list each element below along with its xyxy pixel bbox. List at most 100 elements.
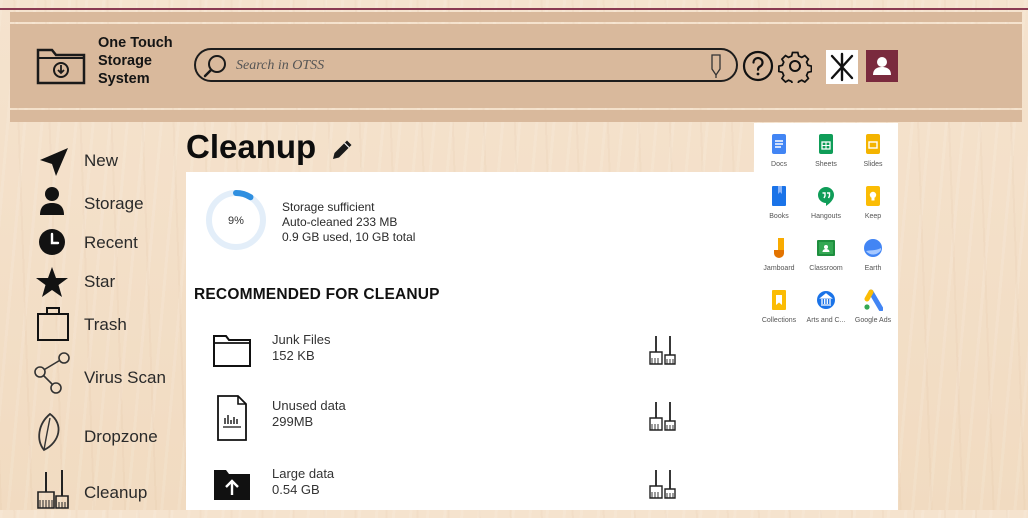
earth-icon: [864, 239, 882, 257]
sidebar-item-cleanup[interactable]: Cleanup: [30, 466, 180, 509]
sidebar-item-label: Dropzone: [84, 427, 158, 446]
clock-icon: [39, 229, 65, 255]
help-icon[interactable]: [742, 50, 774, 82]
app-label: Collections: [761, 317, 797, 324]
top-accent-line: [0, 8, 1028, 10]
sidebar-item-recent[interactable]: Recent: [30, 222, 180, 262]
item-name: Unused data: [272, 398, 346, 413]
jamboard-icon: [774, 238, 784, 258]
app-docs[interactable]: Docs: [755, 133, 803, 168]
avatar[interactable]: [866, 50, 898, 82]
broom-icon: [37, 470, 69, 509]
recommended-heading: RECOMMENDED FOR CLEANUP: [194, 286, 440, 303]
header-bottom-band: [10, 110, 1022, 122]
sidebar-item-new[interactable]: New: [30, 140, 180, 180]
search-bar[interactable]: [194, 48, 738, 82]
keep-icon: [866, 186, 880, 206]
item-name: Junk Files: [272, 332, 331, 347]
app-classroom[interactable]: Classroom: [802, 237, 850, 272]
sheets-icon: [819, 134, 833, 154]
list-item[interactable]: Junk Files 152 KB: [206, 328, 746, 384]
share-nodes-icon: [34, 352, 70, 394]
item-size: 152 KB: [272, 348, 315, 363]
storage-usage-text: 0.9 GB used, 10 GB total: [282, 230, 416, 244]
app-label: Arts and C...: [806, 317, 846, 324]
clean-broom-icon[interactable]: [646, 332, 680, 366]
hangouts-icon: [818, 187, 834, 206]
search-input[interactable]: [234, 54, 698, 78]
list-item[interactable]: Unused data 299MB: [206, 394, 746, 450]
person-icon: [40, 187, 64, 215]
item-size: 299MB: [272, 414, 314, 429]
app-label: Sheets: [815, 161, 837, 168]
sidebar-item-label: Virus Scan: [84, 368, 166, 387]
page-title: Cleanup: [186, 128, 317, 165]
clean-broom-icon[interactable]: [646, 466, 680, 500]
sidebar-item-label: Star: [84, 272, 116, 291]
brand-line-1: One Touch: [98, 35, 173, 51]
sidebar-item-storage[interactable]: Storage: [30, 183, 180, 223]
user-avatar-icon: [873, 57, 891, 75]
leaf-icon: [38, 412, 60, 452]
chart-document-icon: [217, 395, 247, 441]
search-icon[interactable]: [202, 53, 228, 79]
storage-summary: Storage sufficient Auto-cleaned 233 MB 0…: [282, 200, 415, 245]
sidebar-item-label: Recent: [84, 233, 138, 252]
app-label: Hangouts: [811, 213, 841, 220]
cleanup-panel: 9% Storage sufficient Auto-cleaned 233 M…: [186, 172, 754, 510]
brand-line-2: Storage: [98, 53, 152, 69]
sidebar-item-virus-scan[interactable]: Virus Scan: [30, 350, 180, 394]
books-icon: [772, 186, 786, 206]
app-label: Jamboard: [763, 265, 795, 272]
app-google-ads[interactable]: Google Ads: [849, 289, 897, 324]
app-collections[interactable]: Collections: [755, 289, 803, 324]
app-header: One Touch Storage System: [10, 24, 1022, 108]
app-label: Earth: [864, 265, 882, 272]
clean-broom-icon[interactable]: [646, 398, 680, 432]
asterisk-apps-icon: [830, 52, 854, 82]
item-name: Large data: [272, 466, 335, 481]
sidebar-item-star[interactable]: Star: [30, 262, 180, 302]
microphone-icon[interactable]: [708, 53, 724, 79]
sidebar-item-dropzone[interactable]: Dropzone: [30, 410, 180, 452]
star-icon: [36, 267, 68, 297]
brand-name: One Touch Storage System: [98, 34, 173, 88]
app-earth[interactable]: Earth: [849, 237, 897, 272]
app-slides[interactable]: Slides: [849, 133, 897, 168]
paper-plane-icon: [40, 148, 68, 176]
folder-icon: [213, 335, 251, 367]
storage-status: Storage sufficient: [282, 200, 375, 214]
app-keep[interactable]: Keep: [849, 185, 897, 220]
sidebar-item-trash[interactable]: Trash: [30, 304, 180, 344]
gear-icon[interactable]: [778, 49, 812, 83]
storage-usage-ring: 9%: [206, 190, 266, 250]
header-top-band: [10, 12, 1022, 22]
docs-icon: [772, 134, 786, 154]
sidebar-item-label: Cleanup: [84, 483, 148, 502]
app-label: Classroom: [809, 265, 843, 272]
app-sheets[interactable]: Sheets: [802, 133, 850, 168]
slides-icon: [866, 134, 880, 154]
app-hangouts[interactable]: Hangouts: [802, 185, 850, 220]
edit-pencil-icon[interactable]: [330, 138, 354, 162]
auto-cleaned-text: Auto-cleaned 233 MB: [282, 215, 398, 229]
app-books[interactable]: Books: [755, 185, 803, 220]
brand-line-3: System: [98, 71, 150, 87]
app-label: Slides: [863, 161, 883, 168]
app-jamboard[interactable]: Jamboard: [755, 237, 803, 272]
sidebar-item-label: Storage: [84, 194, 144, 213]
arts-culture-icon: [817, 291, 835, 309]
apps-grid-button[interactable]: [826, 50, 858, 84]
sidebar-item-label: Trash: [84, 315, 127, 334]
app-label: Keep: [864, 213, 882, 220]
collections-icon: [772, 290, 786, 310]
google-ads-icon: [864, 289, 883, 311]
app-arts-culture[interactable]: Arts and C...: [802, 289, 850, 324]
upload-folder-icon: [214, 470, 250, 500]
item-size: 0.54 GB: [272, 482, 320, 497]
app-label: Google Ads: [854, 317, 892, 324]
storage-folder-logo-icon[interactable]: [34, 42, 90, 88]
app-label: Books: [769, 213, 789, 220]
apps-launcher-panel: Docs Sheets Slides Books Hangouts Keep J…: [754, 123, 898, 510]
storage-percent-label: 9%: [228, 215, 244, 227]
